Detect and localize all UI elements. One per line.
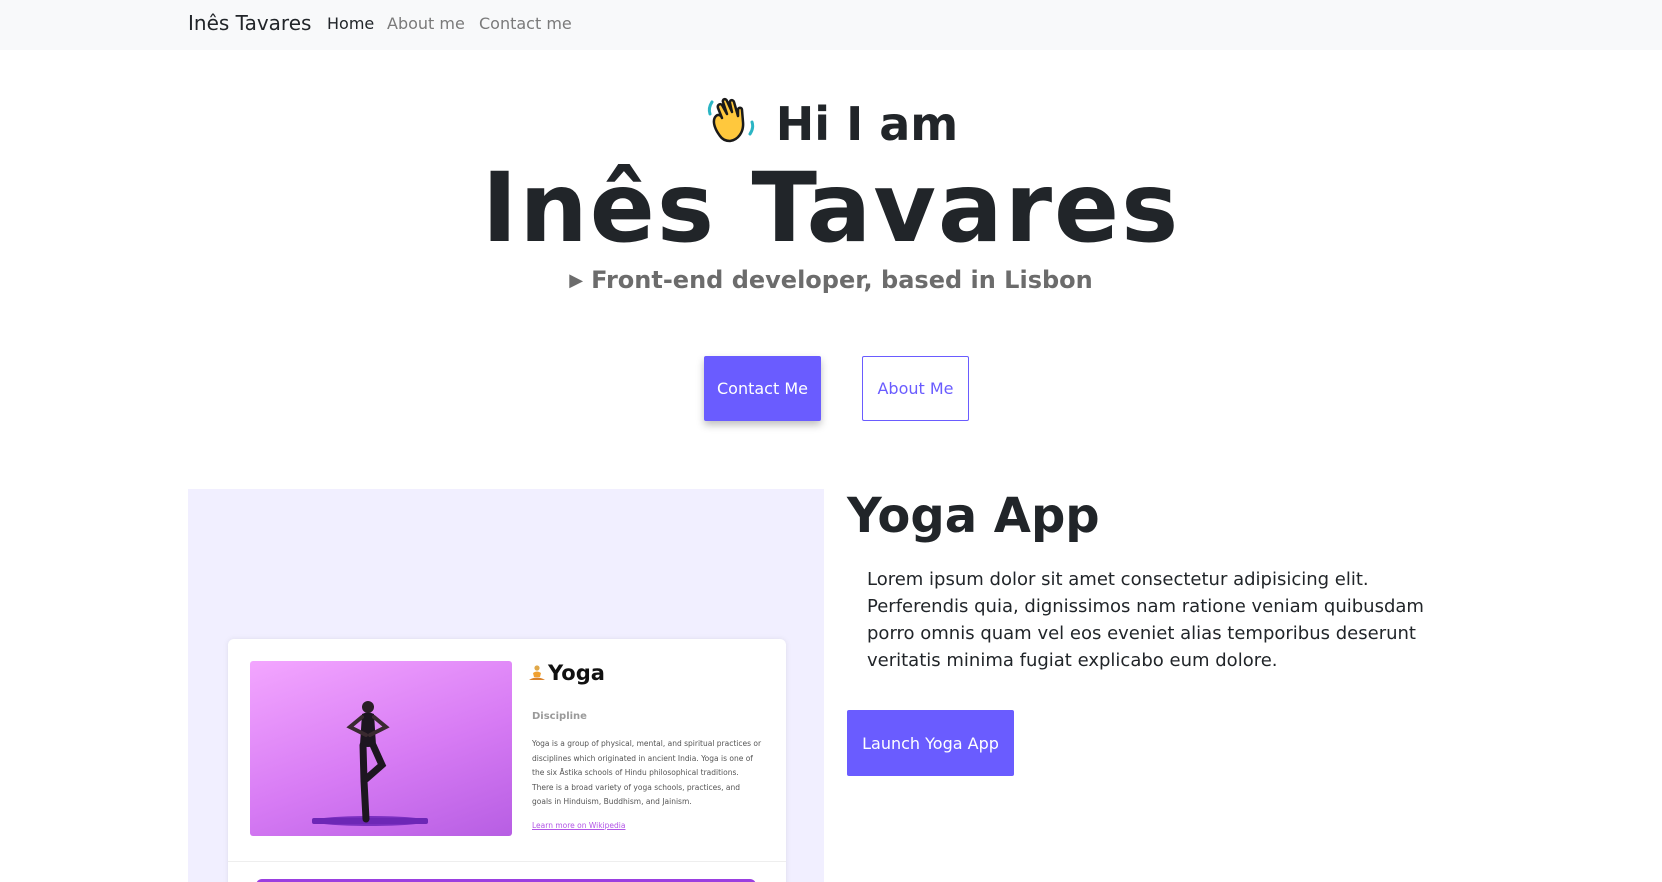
about-me-button[interactable]: About Me [862, 356, 969, 421]
subtitle-text: Front-end developer, based in Lisbon [591, 266, 1093, 294]
meditation-icon [528, 663, 546, 681]
project-description: Lorem ipsum dolor sit amet consectetur a… [867, 569, 1424, 671]
project-title: Yoga App [847, 488, 1100, 544]
preview-wikipedia-link: Learn more on Wikipedia [532, 821, 626, 830]
preview-title: Yoga [528, 661, 605, 685]
contact-me-button[interactable]: Contact Me [704, 356, 821, 421]
play-triangle-icon: ▶ [569, 270, 584, 291]
preview-divider [228, 861, 786, 862]
hero-name: Inês Tavares [481, 152, 1181, 264]
navbar-brand[interactable]: Inês Tavares [188, 11, 311, 35]
nav-link-home[interactable]: Home [327, 14, 374, 33]
project-preview-frame: Yoga Discipline Yoga is a group of physi… [188, 489, 824, 882]
hero-subtitle: ▶ Front-end developer, based in Lisbon [0, 266, 1662, 294]
greeting-text: Hi I am [775, 97, 959, 151]
yoga-pose-image [250, 661, 512, 836]
nav-link-about[interactable]: About me [387, 14, 465, 33]
navbar: Inês Tavares Home About me Contact me [0, 0, 1662, 50]
preview-description: Yoga is a group of physical, mental, and… [532, 739, 762, 806]
preview-label: Discipline [532, 711, 587, 722]
nav-link-contact[interactable]: Contact me [479, 14, 572, 33]
waving-hand-icon [704, 92, 758, 146]
yoga-preview-card: Yoga Discipline Yoga is a group of physi… [228, 639, 786, 882]
preview-title-text: Yoga [548, 661, 605, 685]
launch-yoga-app-button[interactable]: Launch Yoga App [847, 710, 1014, 776]
hero-greeting: Hi I am [0, 92, 1662, 151]
